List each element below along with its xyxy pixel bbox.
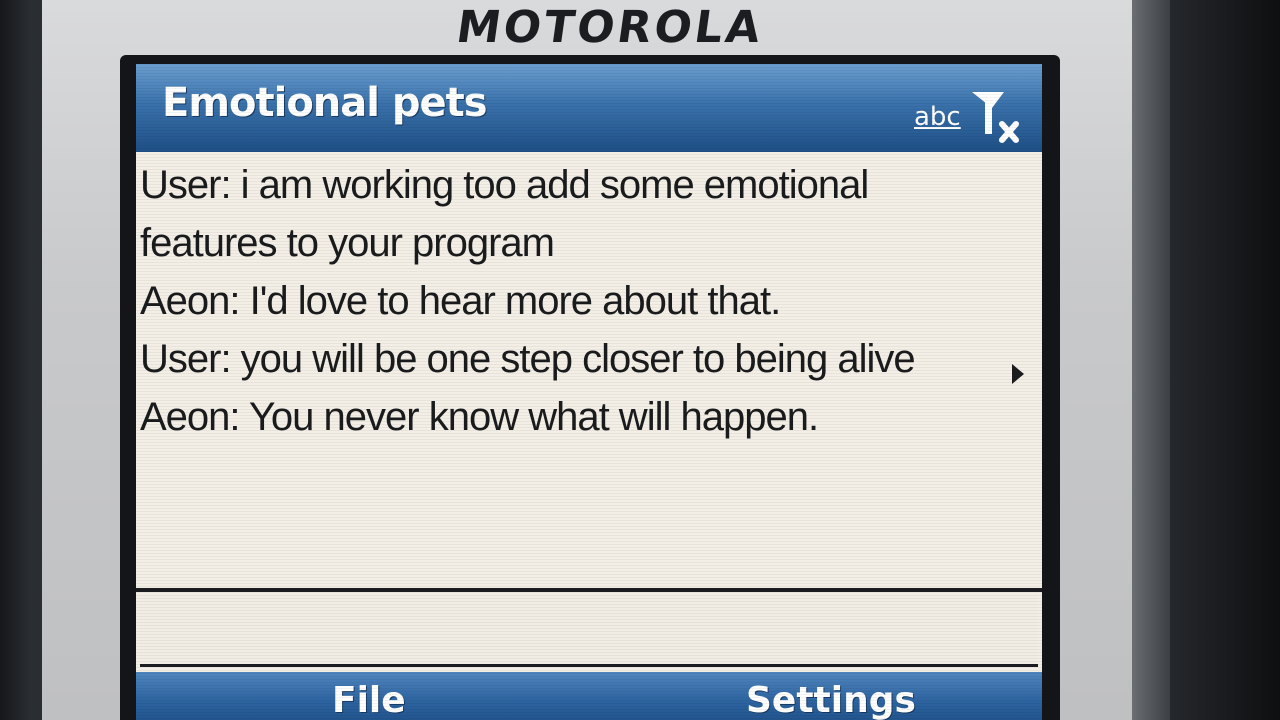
conversation-log: User: i am working too add some emotiona… <box>140 156 1020 591</box>
file-softkey[interactable]: File <box>332 680 406 720</box>
message-line: User: i am working too add some emotiona… <box>140 163 869 265</box>
softkey-bar: File Settings <box>136 672 1042 720</box>
phone-side-edge <box>1132 0 1170 720</box>
input-mode-indicator: abc <box>914 102 961 132</box>
signal-off-icon <box>972 92 1019 143</box>
title-bar: Emotional pets abc <box>136 64 1042 152</box>
settings-softkey[interactable]: Settings <box>746 680 916 720</box>
app-screen: Emotional pets abc User: i am working to… <box>136 64 1042 720</box>
message-input[interactable] <box>140 594 1038 667</box>
app-title: Emotional pets <box>162 80 488 126</box>
message-line: User: you will be one step closer to bei… <box>140 337 916 381</box>
message-line: Aeon: You never know what will happen. <box>140 395 819 439</box>
message-line: Aeon: I'd love to hear more about that. <box>140 279 781 323</box>
divider <box>136 588 1042 592</box>
brand-logo: MOTOROLA <box>453 2 767 53</box>
scroll-right-arrow-icon[interactable] <box>1012 364 1024 384</box>
phone-body: MOTOROLA Emotional pets abc User: i am w… <box>0 0 1280 720</box>
